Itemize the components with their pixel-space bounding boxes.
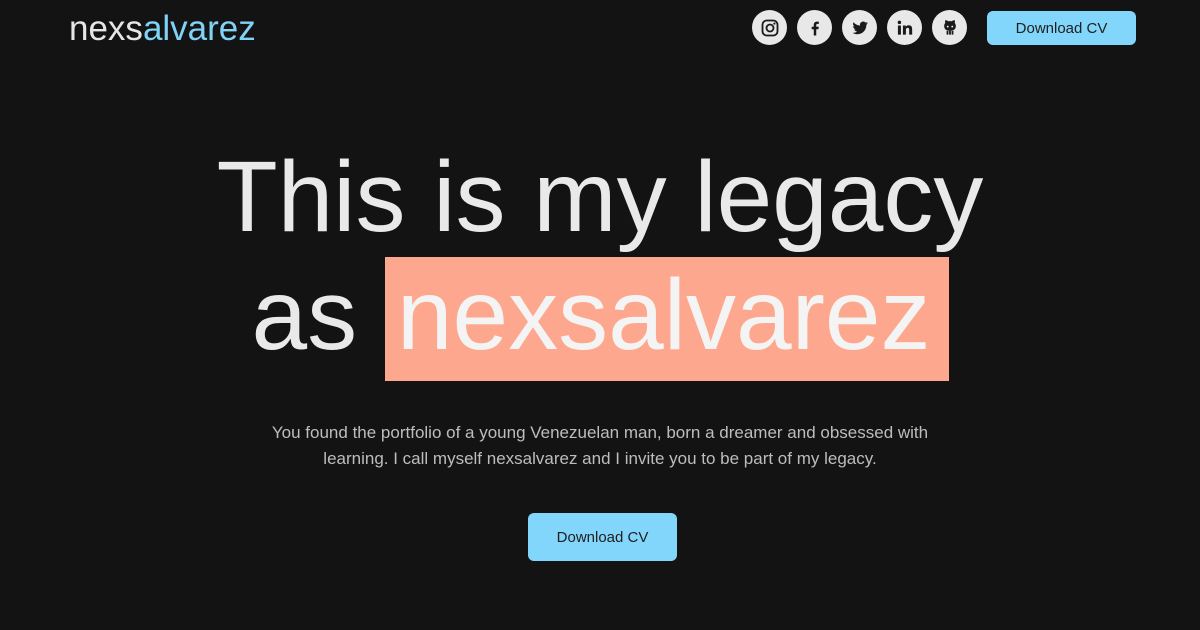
- linkedin-icon: [897, 20, 912, 35]
- site-logo[interactable]: nexsalvarez: [69, 9, 256, 49]
- twitter-link[interactable]: [842, 10, 877, 45]
- header-download-cv-button[interactable]: Download CV: [987, 11, 1136, 45]
- hero-title-line1: This is my legacy: [216, 141, 984, 253]
- github-link[interactable]: [932, 10, 967, 45]
- hero-title-line2: as nexsalvarez: [0, 257, 1200, 381]
- hero-title-prefix: as: [251, 259, 358, 371]
- site-header: nexsalvarez Download CV: [0, 0, 1200, 60]
- facebook-link[interactable]: [797, 10, 832, 45]
- hero-title-highlight: nexsalvarez: [384, 257, 949, 381]
- facebook-icon: [811, 21, 819, 35]
- hero-description: You found the portfolio of a young Venez…: [271, 423, 929, 468]
- logo-accent: alvarez: [142, 9, 256, 48]
- hero-download-cv-button[interactable]: Download CV: [528, 513, 677, 561]
- social-links: [752, 10, 967, 45]
- instagram-link[interactable]: [752, 10, 787, 45]
- logo-prefix: nexs: [69, 9, 143, 48]
- linkedin-link[interactable]: [887, 10, 922, 45]
- instagram-icon: [761, 19, 778, 36]
- hero-title: This is my legacy as nexsalvarez: [0, 141, 1200, 381]
- twitter-icon: [852, 21, 868, 34]
- github-icon: [943, 19, 956, 35]
